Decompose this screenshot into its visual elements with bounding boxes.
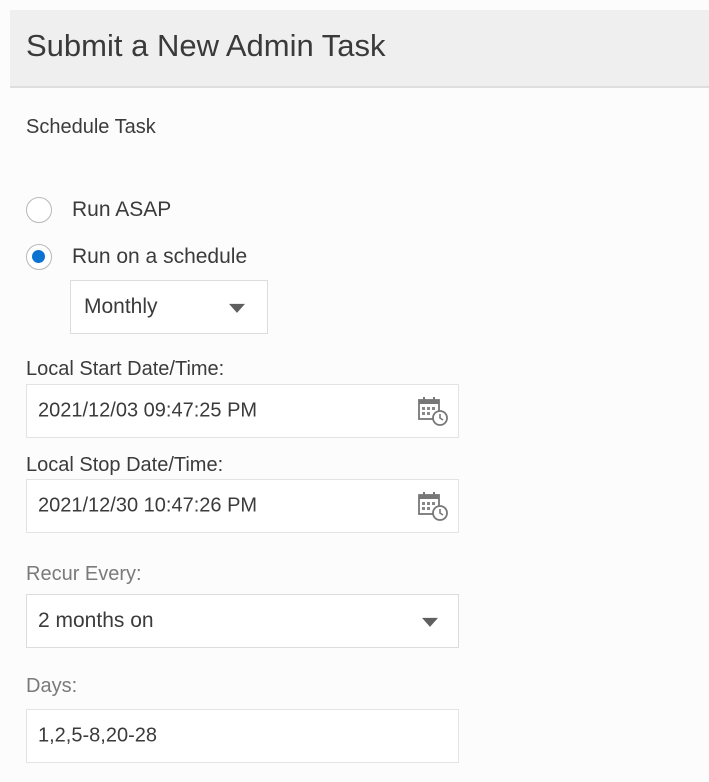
days-value: 1,2,5-8,20-28 — [38, 724, 157, 747]
recur-every-label: Recur Every: — [26, 563, 142, 585]
page-title: Submit a New Admin Task — [26, 28, 386, 63]
run-on-schedule-option[interactable]: Run on a schedule — [26, 242, 247, 272]
run-asap-option[interactable]: Run ASAP — [26, 195, 171, 225]
page-header: Submit a New Admin Task — [10, 10, 709, 88]
calendar-clock-icon[interactable] — [416, 394, 450, 428]
run-asap-label: Run ASAP — [72, 198, 172, 221]
frequency-select[interactable]: Monthly — [70, 280, 268, 334]
calendar-clock-icon[interactable] — [416, 489, 450, 523]
start-date-value: 2021/12/03 09:47:25 PM — [38, 399, 258, 422]
run-on-schedule-label: Run on a schedule — [72, 245, 248, 268]
frequency-value: Monthly — [84, 295, 158, 318]
chevron-down-icon — [229, 303, 245, 313]
stop-date-input[interactable]: 2021/12/30 10:47:26 PM — [26, 479, 459, 533]
start-date-input[interactable]: 2021/12/03 09:47:25 PM — [26, 384, 459, 438]
schedule-task-heading: Schedule Task — [26, 116, 156, 138]
days-label: Days: — [26, 675, 78, 697]
stop-date-value: 2021/12/30 10:47:26 PM — [38, 494, 258, 517]
chevron-down-icon — [422, 617, 438, 627]
stop-date-label: Local Stop Date/Time: — [26, 454, 224, 476]
days-input[interactable]: 1,2,5-8,20-28 — [26, 709, 459, 763]
recur-every-select[interactable]: 2 months on — [26, 594, 459, 648]
recur-every-value: 2 months on — [38, 609, 154, 632]
start-date-label: Local Start Date/Time: — [26, 358, 225, 380]
run-asap-radio[interactable] — [26, 197, 52, 223]
run-on-schedule-radio[interactable] — [26, 244, 52, 270]
